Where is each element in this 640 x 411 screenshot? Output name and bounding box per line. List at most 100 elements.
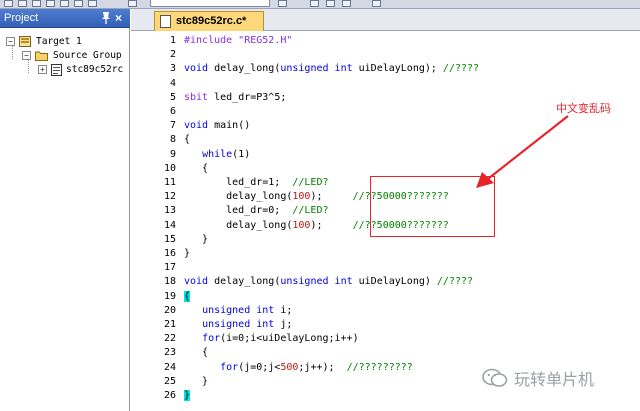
project-panel-header: Project × [0, 9, 130, 28]
code-keyword: int [256, 304, 275, 316]
tree-item-label: Target 1 [36, 36, 82, 47]
save-all-icon[interactable] [46, 0, 55, 7]
line-number: 14 [163, 219, 176, 231]
debug-icon[interactable] [310, 0, 319, 7]
collapse-icon[interactable]: − [6, 37, 15, 46]
line-number: 25 [163, 375, 176, 387]
code-token: (j=0;j< [238, 361, 281, 373]
code-token: main() [208, 120, 251, 132]
tree-item-source-file[interactable]: + stc89c52rc [38, 63, 128, 77]
window-icon[interactable] [326, 0, 335, 7]
code-token: 100 [292, 219, 311, 231]
code-token: } [184, 233, 209, 245]
code-line[interactable]: } [184, 375, 208, 389]
pin-icon[interactable] [100, 11, 112, 25]
code-token: { [184, 162, 209, 174]
code-token: ); [310, 191, 353, 203]
line-number: 18 [163, 276, 176, 288]
code-token: } [184, 248, 191, 259]
code-keyword: int [334, 276, 353, 288]
line-number: 3 [169, 63, 176, 75]
code-keyword: int [334, 63, 353, 75]
code-token: uiDelayLong); [352, 63, 443, 75]
tree-item-label: Source Group [53, 50, 122, 61]
find-icon[interactable] [278, 0, 287, 7]
code-line[interactable]: } [184, 389, 191, 403]
code-token: ); [310, 219, 353, 231]
code-keyword: void [184, 63, 209, 75]
code-token: { [184, 290, 191, 302]
code-keyword: for [202, 333, 221, 345]
code-token: } [184, 375, 209, 387]
folder-icon [35, 50, 48, 61]
code-comment: //???? [436, 276, 474, 288]
code-line[interactable]: #include "REG52.H" [184, 34, 292, 48]
wechat-icon [482, 368, 508, 387]
code-token: (i=0;i<uiDelayLong;i++) [220, 333, 359, 345]
line-number: 11 [163, 177, 176, 188]
line-number: 6 [169, 106, 176, 117]
watermark-text: 玩转单片机 [514, 370, 595, 389]
line-number: 9 [169, 148, 176, 160]
code-line[interactable]: void delay_long(unsigned int uiDelayLong… [184, 275, 473, 289]
code-line[interactable]: unsigned int j; [184, 318, 292, 332]
code-line[interactable]: for(i=0;i<uiDelayLong;i++) [184, 332, 359, 346]
code-line[interactable]: led_dr=0; //LED? [184, 204, 328, 218]
cut-icon[interactable] [60, 0, 69, 7]
settings-icon[interactable] [342, 0, 351, 7]
code-keyword: for [220, 361, 239, 373]
options-icon[interactable] [372, 0, 381, 7]
code-keyword: while [202, 148, 233, 160]
line-number: 7 [169, 120, 176, 132]
open-file-icon[interactable] [18, 0, 27, 7]
code-keyword: void [184, 276, 209, 288]
code-line[interactable]: while(1) [184, 148, 250, 162]
new-file-icon[interactable] [4, 0, 13, 7]
code-keyword: unsigned [280, 276, 329, 288]
code-token: delay_long( [208, 276, 281, 288]
code-line[interactable]: { [184, 290, 191, 304]
tree-item-target[interactable]: − Target 1 [6, 35, 126, 49]
copy-icon[interactable] [74, 0, 83, 7]
file-icon [160, 15, 171, 28]
save-icon[interactable] [32, 0, 41, 7]
line-number: 15 [163, 233, 176, 245]
tree-item-source-group[interactable]: − Source Group [22, 49, 128, 63]
code-line[interactable]: unsigned int i; [184, 304, 292, 318]
code-token: delay_long( [184, 219, 293, 231]
code-line[interactable]: } [184, 247, 190, 261]
code-keyword: void [184, 120, 209, 132]
close-icon[interactable]: × [115, 11, 127, 25]
code-line[interactable]: { [184, 346, 208, 360]
code-token: j; [274, 319, 293, 330]
code-keyword: int [256, 319, 275, 330]
annotation-label: 中文变乱码 [556, 102, 611, 115]
code-line[interactable]: { [184, 133, 190, 147]
code-line[interactable]: sbit led_dr=P3^5; [184, 91, 286, 105]
toolbar [0, 0, 640, 9]
code-line[interactable]: void main() [184, 119, 250, 133]
code-token: 500 [280, 361, 299, 373]
navigate-icon[interactable] [128, 0, 137, 7]
code-token: led_dr=0; [184, 205, 293, 217]
code-line[interactable]: { [184, 162, 208, 176]
code-line[interactable]: for(j=0;j<500;j++); //????????? [184, 361, 413, 375]
line-number: 16 [163, 248, 176, 259]
tab-stc89c52rc[interactable]: stc89c52rc.c* [154, 11, 264, 31]
code-token: delay_long( [208, 63, 281, 75]
annotation-arrow-icon [476, 115, 569, 188]
code-token: led_dr=1; [184, 177, 293, 188]
paste-icon[interactable] [88, 0, 97, 7]
collapse-icon[interactable]: − [22, 51, 31, 60]
code-line[interactable]: void delay_long(unsigned int uiDelayLong… [184, 62, 479, 76]
code-token: led_dr=P3^5; [208, 91, 287, 103]
code-comment: //???? [442, 63, 480, 75]
code-line[interactable]: } [184, 233, 208, 247]
target-select[interactable] [150, 0, 270, 7]
expand-icon[interactable]: + [38, 65, 47, 74]
code-line[interactable]: led_dr=1; //LED? [184, 176, 328, 190]
